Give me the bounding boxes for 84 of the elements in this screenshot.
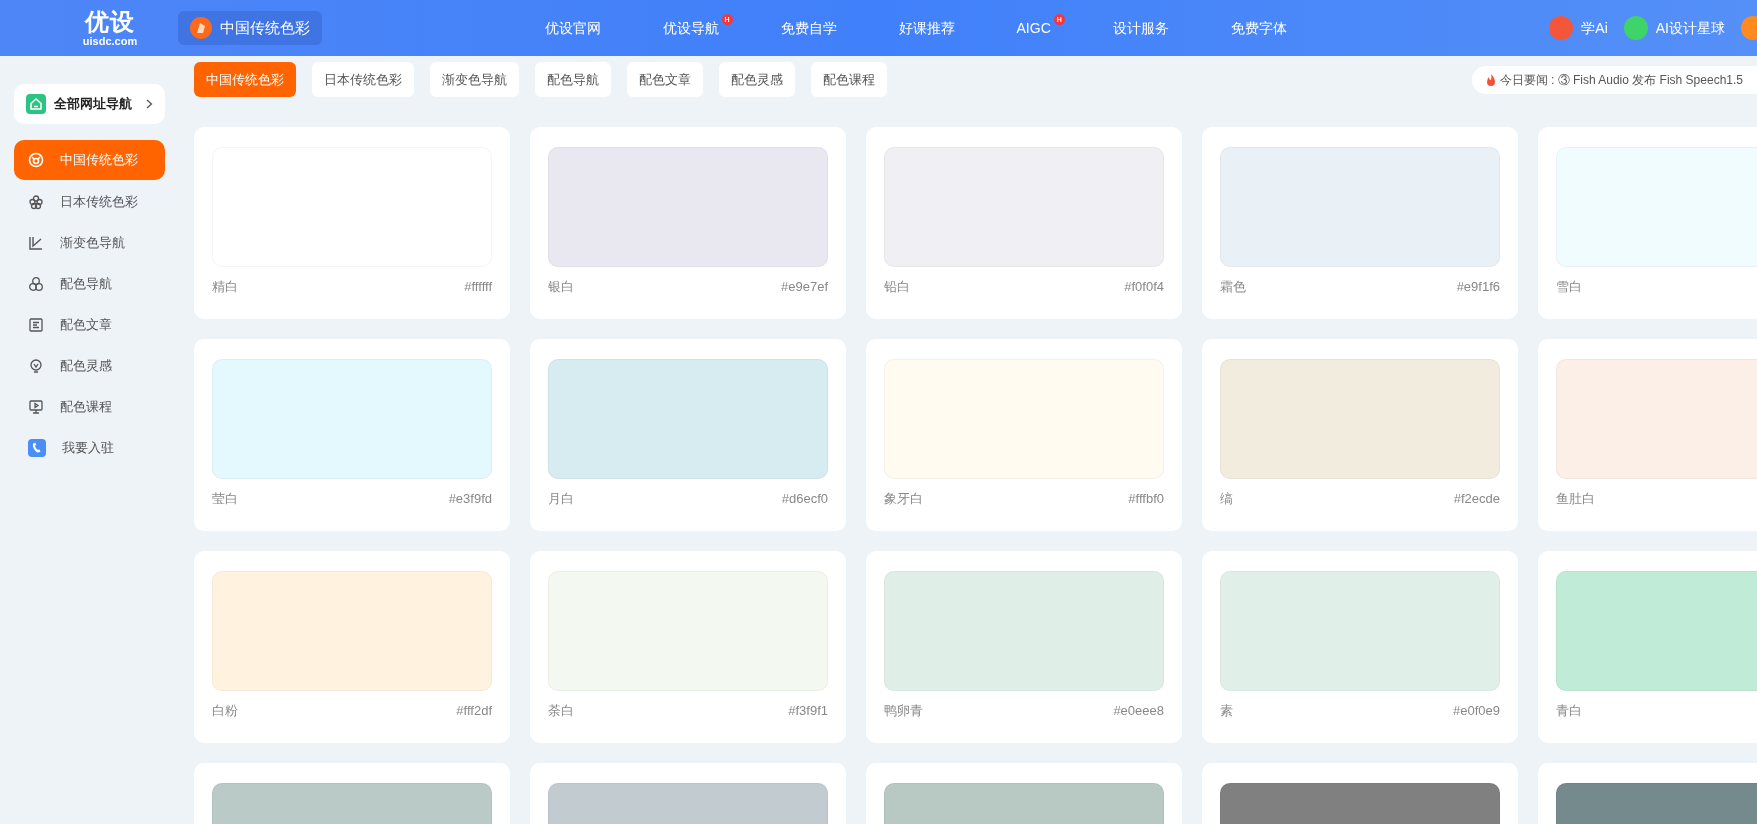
color-hex: #e0f0e9	[1453, 702, 1500, 720]
nav-link[interactable]: 免费字体	[1230, 17, 1287, 39]
all-sites-button[interactable]: 全部网址导航	[14, 84, 165, 124]
app-icon[interactable]	[1623, 16, 1648, 40]
color-hex: #f0f0f4	[1124, 278, 1164, 296]
category-tab[interactable]: 配色导航	[535, 62, 611, 97]
sidebar-item[interactable]: 我要入驻	[14, 428, 165, 468]
sidebar-item[interactable]: 配色导航	[14, 264, 165, 304]
color-name: 素	[1220, 702, 1233, 720]
color-card[interactable]: 鸭卵青 #e0eee8	[866, 551, 1182, 743]
logo-text[interactable]: 优设	[50, 9, 170, 34]
color-name: 银白	[548, 278, 574, 296]
nav-link[interactable]: 好课推荐	[898, 17, 955, 39]
category-tab[interactable]: 渐变色导航	[430, 62, 519, 97]
color-card[interactable]: 缟 #f2ecde	[1202, 339, 1518, 531]
category-tab[interactable]: 配色灵感	[719, 62, 795, 97]
news-ticker[interactable]: 今日要闻 : ③ Fish Audio 发布 Fish Speech1.5	[1471, 65, 1757, 94]
lightbulb-icon	[28, 358, 44, 374]
sidebar-item[interactable]: 日本传统色彩	[14, 182, 165, 222]
sidebar-item[interactable]: 配色文章	[14, 305, 165, 345]
color-card[interactable]: 精白 #ffffff	[194, 127, 510, 319]
nav-link[interactable]: 优设官网	[544, 17, 601, 39]
sidebar-item[interactable]: 渐变色导航	[14, 223, 165, 263]
flower-icon	[28, 194, 44, 210]
pencil-ruler-icon	[28, 235, 44, 251]
color-card[interactable]: 象牙白 #fffbf0	[866, 339, 1182, 531]
home-icon	[26, 94, 46, 114]
color-hex: #f3f9f1	[788, 702, 828, 720]
document-icon	[28, 317, 44, 333]
color-card[interactable]: 鱼肚白	[1538, 339, 1757, 531]
color-hex: #e3f9fd	[448, 490, 492, 508]
phone-icon	[28, 439, 46, 457]
color-hex: #f2ecde	[1453, 490, 1500, 508]
color-name: 霜色	[1220, 278, 1246, 296]
video-monitor-icon	[28, 399, 44, 415]
current-site-title: 中国传统色彩	[220, 17, 310, 38]
color-card[interactable]: 铅白 #f0f0f4	[866, 127, 1182, 319]
chevron-right-icon	[146, 99, 153, 109]
sidebar-item[interactable]: 配色课程	[14, 387, 165, 427]
color-hex: #e0eee8	[1113, 702, 1164, 720]
color-hex: #e9e7ef	[781, 278, 828, 296]
nav-link[interactable]: 免费自学	[780, 17, 837, 39]
color-name: 青白	[1556, 702, 1582, 720]
color-name: 缟	[1220, 490, 1233, 508]
circles-icon	[28, 276, 44, 292]
color-card[interactable]: 月白 #d6ecf0	[530, 339, 846, 531]
color-name: 莹白	[212, 490, 238, 508]
header-link[interactable]: AI设计星球	[1655, 17, 1725, 39]
color-name: 鱼肚白	[1556, 490, 1595, 508]
color-card[interactable]: 莹白 #e3f9fd	[194, 339, 510, 531]
color-name: 精白	[212, 278, 238, 296]
color-name: 象牙白	[884, 490, 923, 508]
category-tab[interactable]: 配色文章	[627, 62, 703, 97]
flame-icon	[1485, 73, 1496, 86]
sidebar-item[interactable]: 中国传统色彩	[14, 140, 165, 180]
palette-icon	[28, 152, 44, 168]
header-link[interactable]: 学Ai	[1581, 17, 1608, 39]
bird-logo-icon	[190, 17, 212, 39]
color-name: 月白	[548, 490, 574, 508]
color-hex: #e9f1f6	[1456, 278, 1500, 296]
color-card[interactable]: 青白	[1538, 551, 1757, 743]
color-name: 铅白	[884, 278, 910, 296]
current-site-badge[interactable]: 中国传统色彩	[178, 10, 322, 46]
color-card[interactable]: 白粉 #fff2df	[194, 551, 510, 743]
category-tab[interactable]: 日本传统色彩	[312, 62, 414, 97]
category-tab[interactable]: 配色课程	[811, 62, 887, 97]
color-name: 鸭卵青	[884, 702, 923, 720]
color-card[interactable]: 素 #e0f0e9	[1202, 551, 1518, 743]
color-hex: #ffffff	[464, 278, 492, 296]
color-name: 雪白	[1556, 278, 1582, 296]
color-hex: #fff2df	[456, 702, 492, 720]
color-name: 荼白	[548, 702, 574, 720]
category-tab[interactable]: 中国传统色彩	[194, 62, 296, 97]
color-card[interactable]: 雪白	[1538, 127, 1757, 319]
color-hex: #fffbf0	[1128, 490, 1164, 508]
app-icon[interactable]	[1549, 16, 1574, 40]
color-name: 白粉	[212, 702, 238, 720]
color-hex: #d6ecf0	[781, 490, 828, 508]
nav-link[interactable]: 设计服务	[1112, 17, 1169, 39]
color-card[interactable]: 霜色 #e9f1f6	[1202, 127, 1518, 319]
logo-domain[interactable]: uisdc.com	[50, 35, 170, 47]
sidebar-item[interactable]: 配色灵感	[14, 346, 165, 386]
color-card[interactable]: 银白 #e9e7ef	[530, 127, 846, 319]
color-card[interactable]: 荼白 #f3f9f1	[530, 551, 846, 743]
